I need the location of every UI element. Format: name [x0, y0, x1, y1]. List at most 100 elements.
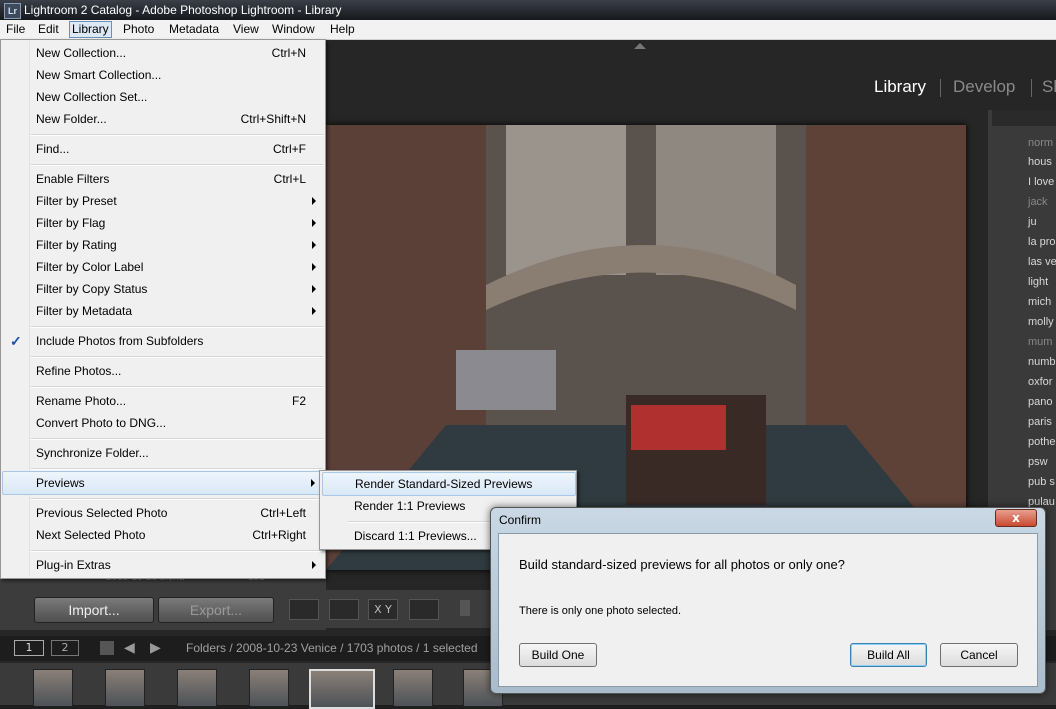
menu-item-convert-to-dng[interactable]: Convert Photo to DNG... — [2, 412, 324, 434]
keyword-item[interactable]: light — [1028, 276, 1048, 288]
keyword-item[interactable]: norm — [1028, 137, 1053, 149]
confirm-dialog: Confirm x Build standard-sized previews … — [490, 507, 1046, 694]
loupe-view-icon[interactable] — [329, 599, 359, 620]
menu-item-filter-by-flag[interactable]: Filter by Flag — [2, 212, 324, 234]
menu-edit[interactable]: Edit — [36, 22, 61, 37]
menu-item-shortcut: Ctrl+Right — [252, 528, 306, 542]
menu-item-filter-by-preset[interactable]: Filter by Preset — [2, 190, 324, 212]
menu-item-filter-by-copy-status[interactable]: Filter by Copy Status — [2, 278, 324, 300]
menu-item-shortcut: F2 — [291, 394, 306, 408]
menu-item-plugin-extras[interactable]: Plug-in Extras — [2, 554, 324, 576]
build-all-button[interactable]: Build All — [850, 643, 927, 667]
keyword-item[interactable]: numb — [1028, 356, 1056, 368]
menu-item-shortcut: Ctrl+Shift+N — [240, 112, 306, 126]
menu-item-filter-by-metadata[interactable]: Filter by Metadata — [2, 300, 324, 322]
close-icon[interactable]: x — [995, 509, 1037, 527]
menu-item-label: Enable Filters — [36, 172, 110, 186]
module-library[interactable]: Library — [874, 77, 926, 97]
menu-item-filter-by-color-label[interactable]: Filter by Color Label — [2, 256, 324, 278]
dialog-detail: There is only one photo selected. — [519, 605, 682, 617]
menu-item-new-collection[interactable]: New Collection... Ctrl+N — [2, 42, 324, 64]
forward-arrow-icon[interactable]: ▶ — [150, 640, 161, 656]
menu-help[interactable]: Help — [328, 22, 357, 37]
menu-metadata[interactable]: Metadata — [167, 22, 221, 37]
menu-item-label: Next Selected Photo — [36, 528, 146, 542]
grid-view-icon[interactable] — [289, 599, 319, 620]
menu-item-label: Previous Selected Photo — [36, 506, 168, 520]
menu-library[interactable]: Library — [69, 21, 112, 38]
submenu-arrow-icon — [311, 479, 315, 487]
menu-item-render-standard-previews[interactable]: Render Standard-Sized Previews — [322, 472, 576, 496]
menu-item-new-collection-set[interactable]: New Collection Set... — [2, 86, 324, 108]
menu-window[interactable]: Window — [270, 22, 317, 37]
flag-icon[interactable] — [460, 600, 470, 616]
menu-item-label: Filter by Metadata — [36, 304, 133, 318]
menu-item-rename-photo[interactable]: Rename Photo... F2 — [2, 390, 324, 412]
survey-view-icon[interactable] — [409, 599, 439, 620]
menu-item-new-smart-collection[interactable]: New Smart Collection... — [2, 64, 324, 86]
window-title: Lightroom 2 Catalog - Adobe Photoshop Li… — [24, 3, 342, 17]
keyword-item[interactable]: las ve — [1028, 256, 1056, 268]
compare-view-icon[interactable]: X Y — [368, 599, 398, 620]
keyword-item[interactable]: psw — [1028, 456, 1048, 468]
menu-item-include-subfolders[interactable]: ✓ Include Photos from Subfolders — [2, 330, 324, 352]
keyword-item[interactable]: la pro — [1028, 236, 1056, 248]
keyword-item[interactable]: pub s — [1028, 476, 1055, 488]
menu-item-new-folder[interactable]: New Folder... Ctrl+Shift+N — [2, 108, 324, 130]
menu-item-previous-selected-photo[interactable]: Previous Selected Photo Ctrl+Left — [2, 502, 324, 524]
keyword-item[interactable]: pothe — [1028, 436, 1056, 448]
menu-item-label: New Smart Collection... — [36, 68, 162, 82]
submenu-arrow-icon — [312, 561, 316, 569]
filmstrip-thumbnail-selected[interactable] — [309, 669, 375, 709]
menu-separator — [31, 438, 323, 440]
module-divider — [940, 79, 941, 97]
menu-item-previews[interactable]: Previews — [2, 471, 324, 495]
secondary-window-button[interactable]: 2 — [51, 640, 79, 656]
cancel-button[interactable]: Cancel — [940, 643, 1018, 667]
build-one-button[interactable]: Build One — [519, 643, 597, 667]
collapse-top-panel-icon[interactable] — [634, 43, 646, 49]
menu-item-find[interactable]: Find... Ctrl+F — [2, 138, 324, 160]
lightroom-app-icon: Lr — [4, 3, 21, 19]
menu-item-refine-photos[interactable]: Refine Photos... — [2, 360, 324, 382]
menu-item-shortcut: Ctrl+L — [273, 172, 306, 186]
menu-photo[interactable]: Photo — [121, 22, 156, 37]
primary-window-button[interactable]: 1 — [14, 640, 44, 656]
grid-icon[interactable] — [100, 641, 114, 655]
filmstrip-thumbnail[interactable] — [105, 669, 145, 707]
menu-separator — [31, 164, 323, 166]
menu-item-shortcut: Ctrl+N — [271, 46, 306, 60]
module-develop[interactable]: Develop — [953, 77, 1015, 97]
keyword-item[interactable]: ju — [1028, 216, 1037, 228]
menu-item-synchronize-folder[interactable]: Synchronize Folder... — [2, 442, 324, 464]
keyword-item[interactable]: molly — [1028, 316, 1054, 328]
menu-item-label: Filter by Flag — [36, 216, 106, 230]
menu-item-filter-by-rating[interactable]: Filter by Rating — [2, 234, 324, 256]
submenu-arrow-icon — [312, 241, 316, 249]
back-arrow-icon[interactable]: ◀ — [124, 640, 135, 656]
keyword-item[interactable]: mum — [1028, 336, 1052, 348]
menu-item-shortcut: Ctrl+Left — [260, 506, 306, 520]
menu-item-enable-filters[interactable]: Enable Filters Ctrl+L — [2, 168, 324, 190]
keyword-item[interactable]: pano — [1028, 396, 1052, 408]
keyword-item[interactable]: oxfor — [1028, 376, 1052, 388]
filmstrip-thumbnail[interactable] — [249, 669, 289, 707]
menu-item-label: Include Photos from Subfolders — [36, 334, 204, 348]
menu-file[interactable]: File — [4, 22, 27, 37]
panel-header — [992, 110, 1056, 126]
module-slideshow[interactable]: Sl — [1042, 77, 1056, 97]
menu-item-label: Render Standard-Sized Previews — [355, 477, 533, 491]
keyword-item[interactable]: jack — [1028, 196, 1048, 208]
filmstrip-breadcrumb[interactable]: Folders / 2008-10-23 Venice / 1703 photo… — [186, 641, 478, 655]
import-button[interactable]: Import... — [34, 597, 154, 623]
keyword-item[interactable]: hous — [1028, 156, 1052, 168]
menu-item-next-selected-photo[interactable]: Next Selected Photo Ctrl+Right — [2, 524, 324, 546]
keyword-item[interactable]: mich — [1028, 296, 1051, 308]
filmstrip-thumbnail[interactable] — [33, 669, 73, 707]
filmstrip-thumbnail[interactable] — [177, 669, 217, 707]
menu-view[interactable]: View — [231, 22, 261, 37]
keyword-item[interactable]: paris — [1028, 416, 1052, 428]
keyword-item[interactable]: I love — [1028, 176, 1054, 188]
filmstrip-thumbnail[interactable] — [393, 669, 433, 707]
export-button[interactable]: Export... — [158, 597, 274, 623]
